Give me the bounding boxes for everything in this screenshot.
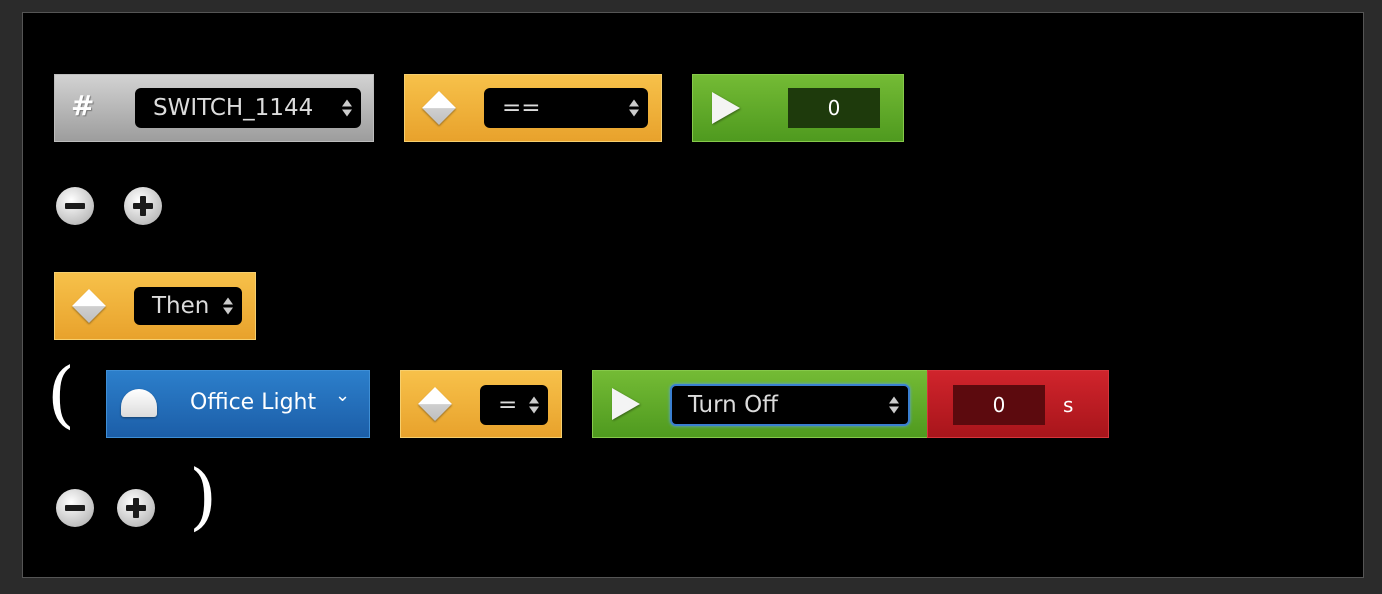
- select-arrows-icon: [889, 396, 899, 414]
- variable-select-value: SWITCH_1144: [153, 95, 314, 121]
- command-block: Turn Off: [592, 370, 928, 438]
- diamond-icon: [418, 387, 452, 421]
- assign-select-value: =: [498, 392, 518, 418]
- chevron-down-icon: ⌄: [335, 385, 351, 406]
- select-arrows-icon: [223, 297, 233, 315]
- add-action-button[interactable]: [117, 489, 155, 527]
- then-select[interactable]: Then: [134, 287, 242, 325]
- delay-unit: s: [1063, 393, 1074, 417]
- select-arrows-icon: [529, 396, 539, 414]
- select-arrows-icon: [629, 99, 639, 117]
- device-block[interactable]: Office Light ⌄: [106, 370, 370, 438]
- command-select-value: Turn Off: [688, 392, 779, 418]
- remove-action-button[interactable]: [56, 489, 94, 527]
- bulb-icon: [121, 389, 157, 417]
- diamond-icon: [72, 289, 106, 323]
- rule-editor-canvas: # SWITCH_1144 == 0 Then (Office Light ⌄…: [22, 12, 1364, 578]
- operator-block: ==: [404, 74, 662, 142]
- then-select-value: Then: [152, 293, 210, 319]
- delay-input[interactable]: 0: [953, 385, 1045, 425]
- close-paren: ): [189, 454, 218, 538]
- compare-value-block: 0: [692, 74, 904, 142]
- play-icon: [712, 92, 740, 124]
- then-block: Then: [54, 272, 256, 340]
- minus-circle-icon: [65, 203, 85, 209]
- device-label: Office Light: [190, 390, 317, 415]
- delay-value: 0: [992, 393, 1006, 417]
- play-icon: [612, 388, 640, 420]
- open-paren: (: [47, 352, 76, 436]
- hash-icon: #: [71, 89, 95, 122]
- assign-block: =: [400, 370, 562, 438]
- assign-select[interactable]: =: [480, 385, 548, 425]
- add-condition-button[interactable]: [124, 187, 162, 225]
- minus-circle-icon: [65, 505, 85, 511]
- operator-select[interactable]: ==: [484, 88, 648, 128]
- variable-select[interactable]: SWITCH_1144: [135, 88, 361, 128]
- command-select[interactable]: Turn Off: [670, 384, 910, 426]
- operator-select-value: ==: [502, 95, 541, 121]
- remove-condition-button[interactable]: [56, 187, 94, 225]
- compare-value-input[interactable]: 0: [788, 88, 880, 128]
- variable-block: # SWITCH_1144: [54, 74, 374, 142]
- diamond-icon: [422, 91, 456, 125]
- select-arrows-icon: [342, 99, 352, 117]
- compare-value-text: 0: [827, 96, 841, 120]
- delay-block: 0 s: [927, 370, 1109, 438]
